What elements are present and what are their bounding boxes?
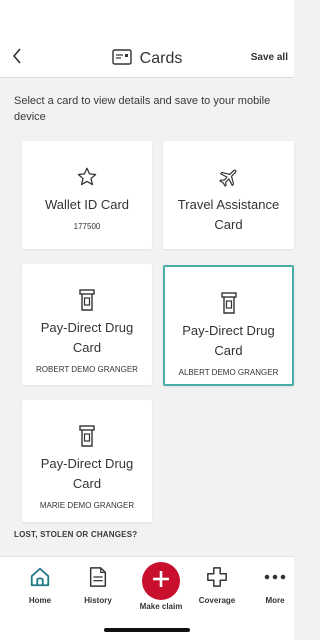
header-bar: Cards Save all (0, 0, 294, 78)
pill-bottle-icon (220, 291, 238, 315)
home-icon (29, 559, 51, 595)
lost-section-heading: LOST, STOLEN OR CHANGES? (14, 530, 138, 539)
save-all-button[interactable]: Save all (251, 52, 288, 63)
plane-icon (218, 165, 240, 189)
make-claim-label: Make claim (139, 602, 183, 611)
card-icon (111, 48, 132, 70)
card-pay-direct-robert[interactable]: Pay-Direct Drug Card ROBERT DEMO GRANGER (22, 264, 152, 385)
card-pay-direct-marie[interactable]: Pay-Direct Drug Card MARIE DEMO GRANGER (22, 400, 152, 522)
document-icon (88, 559, 108, 595)
card-name: Wallet ID Card (44, 197, 130, 212)
card-name: Pay-Direct Drug Card (182, 323, 275, 358)
card-name: Travel Assistance Card (177, 197, 280, 232)
tab-more[interactable]: More (246, 559, 304, 615)
star-icon (76, 165, 98, 189)
pill-bottle-icon (78, 288, 96, 312)
card-subtitle: MARIE DEMO GRANGER (39, 501, 135, 510)
card-name: Pay-Direct Drug Card (40, 456, 134, 491)
card-subtitle: ROBERT DEMO GRANGER (36, 365, 138, 374)
medical-cross-icon (206, 559, 228, 595)
page-title-text: Cards (139, 50, 183, 67)
tab-coverage[interactable]: Coverage (188, 559, 246, 615)
tab-label: Home (28, 596, 52, 605)
card-subtitle: 177500 (73, 222, 101, 231)
intro-text: Select a card to view details and save t… (14, 95, 271, 123)
card-wallet-id[interactable]: Wallet ID Card 177500 (22, 141, 152, 249)
plus-icon (151, 569, 171, 594)
tab-label: Coverage (198, 596, 236, 605)
card-pay-direct-albert[interactable]: Pay-Direct Drug Card ALBERT DEMO GRANGER (163, 265, 294, 386)
card-name: Pay-Direct Drug Card (40, 320, 134, 355)
make-claim-button[interactable] (142, 562, 180, 600)
card-subtitle: ALBERT DEMO GRANGER (178, 368, 279, 377)
more-dots-icon (264, 559, 286, 595)
tab-history[interactable]: History (69, 559, 127, 615)
home-indicator (104, 628, 190, 632)
tab-label: History (84, 596, 112, 605)
tab-home[interactable]: Home (11, 559, 69, 615)
pill-bottle-icon (78, 424, 96, 448)
card-travel-assistance[interactable]: Travel Assistance Card (163, 141, 294, 249)
tab-label: More (265, 596, 285, 605)
